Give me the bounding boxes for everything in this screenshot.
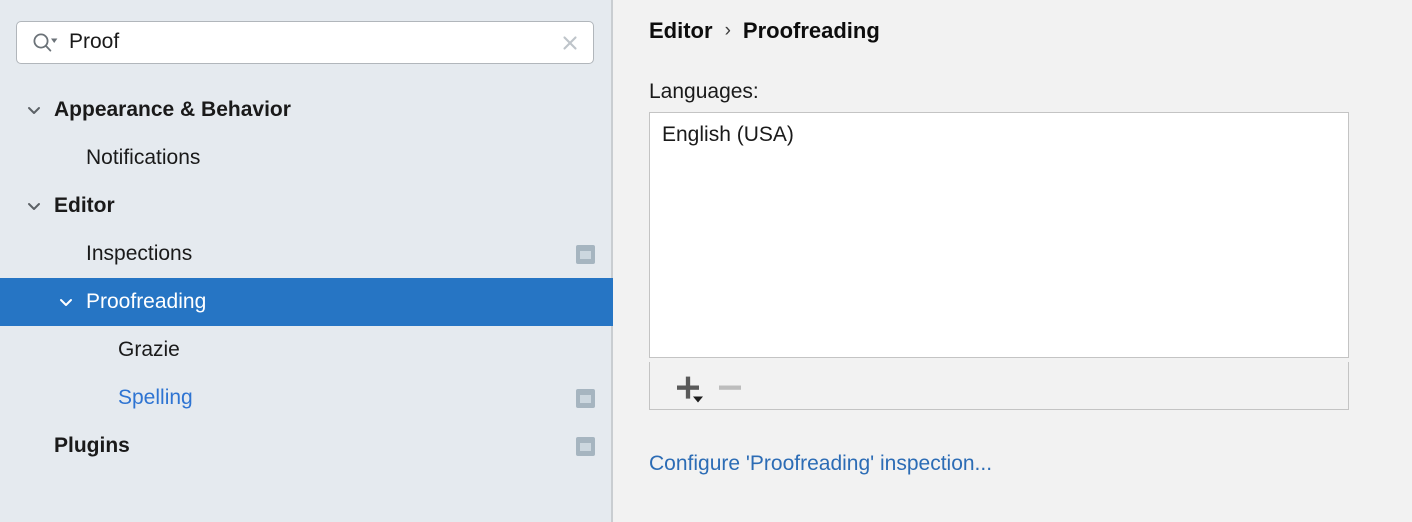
languages-label: Languages:	[649, 79, 759, 105]
tree-item-label: Spelling	[118, 386, 193, 410]
remove-language-button[interactable]	[708, 366, 752, 406]
breadcrumb-parent[interactable]: Editor	[649, 17, 713, 45]
chevron-down-icon[interactable]	[22, 98, 46, 122]
tree-item-plugins[interactable]: Plugins	[0, 422, 613, 470]
tree-item-spelling[interactable]: Spelling	[0, 374, 613, 422]
tree-item-editor[interactable]: Editor	[0, 182, 613, 230]
settings-tree[interactable]: Appearance & Behavior Notifications Editor…	[0, 86, 613, 470]
settings-page-icon	[576, 437, 595, 456]
tree-item-proofreading[interactable]: Proofreading	[0, 278, 613, 326]
tree-item-inspections[interactable]: Inspections	[0, 230, 613, 278]
tree-item-label: Proofreading	[86, 290, 206, 314]
tree-item-label: Editor	[54, 194, 115, 218]
tree-indent-spacer	[86, 338, 110, 362]
chevron-right-icon: ›	[725, 17, 731, 45]
settings-page-icon	[576, 389, 595, 408]
tree-indent-spacer	[54, 242, 78, 266]
tree-item-label: Inspections	[86, 242, 192, 266]
tree-item-label: Grazie	[118, 338, 180, 362]
settings-sidebar: Proof Appearance & Behavior Notifications…	[0, 0, 613, 522]
settings-page-icon	[576, 245, 595, 264]
search-input[interactable]: Proof	[16, 21, 594, 64]
tree-item-grazie[interactable]: Grazie	[0, 326, 613, 374]
breadcrumb-current: Proofreading	[743, 17, 880, 45]
settings-detail-pane: Editor › Proofreading Languages: English…	[613, 0, 1412, 522]
tree-item-label: Notifications	[86, 146, 200, 170]
add-language-button[interactable]	[664, 366, 708, 406]
tree-item-label: Appearance & Behavior	[54, 98, 291, 122]
breadcrumb: Editor › Proofreading	[649, 17, 880, 45]
tree-indent-spacer	[54, 146, 78, 170]
language-list-item[interactable]: English (USA)	[650, 113, 1348, 157]
search-dropdown-icon[interactable]	[31, 32, 59, 54]
chevron-down-icon[interactable]	[22, 194, 46, 218]
search-input-value[interactable]: Proof	[69, 30, 557, 56]
tree-item-notifications[interactable]: Notifications	[0, 134, 613, 182]
tree-indent-spacer	[86, 386, 110, 410]
tree-item-label: Plugins	[54, 434, 130, 458]
settings-dialog: Proof Appearance & Behavior Notifications…	[0, 0, 1412, 522]
configure-inspection-link[interactable]: Configure 'Proofreading' inspection...	[649, 450, 992, 478]
languages-toolbar	[649, 362, 1349, 410]
settings-search: Proof	[16, 21, 594, 64]
languages-list[interactable]: English (USA)	[649, 112, 1349, 358]
close-icon[interactable]	[557, 30, 583, 56]
tree-item-appearance-behavior[interactable]: Appearance & Behavior	[0, 86, 613, 134]
chevron-down-icon[interactable]	[54, 290, 78, 314]
tree-indent-spacer	[22, 434, 46, 458]
